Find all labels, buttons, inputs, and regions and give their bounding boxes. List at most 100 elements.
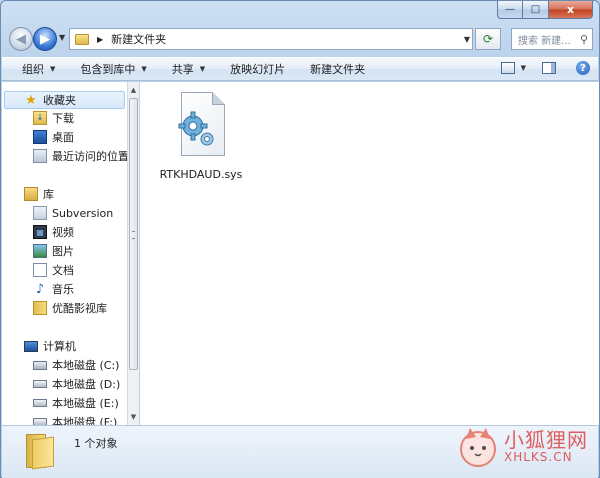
chevron-down-icon: ▼ <box>199 65 206 73</box>
sidebar-item-videos[interactable]: ▦ 视频 <box>33 223 74 241</box>
recent-places-icon <box>33 149 47 163</box>
sidebar-item-label: 图片 <box>52 245 74 258</box>
drive-icon <box>33 380 47 388</box>
music-icon: ♪ <box>35 281 45 297</box>
fox-logo-icon <box>460 428 496 467</box>
sidebar-item-pictures[interactable]: 图片 <box>33 242 74 260</box>
forward-button[interactable]: ▶ <box>33 27 57 51</box>
sidebar-item-drive-f[interactable]: 本地磁盘 (F:) <box>33 413 117 425</box>
close-button[interactable]: x <box>549 1 593 19</box>
sidebar-item-label: 本地磁盘 (E:) <box>52 397 119 410</box>
computer-icon <box>24 340 38 352</box>
download-icon: ↓ <box>33 111 47 125</box>
slideshow-button[interactable]: 放映幻灯片 <box>230 61 285 77</box>
help-icon[interactable]: ? <box>576 61 590 75</box>
navigation-pane: ★ 收藏夹 ↓ 下载 桌面 最近访问的位置 库 Subversion ▦ 视频 <box>2 82 127 425</box>
sidebar-item-drive-e[interactable]: 本地磁盘 (E:) <box>33 394 119 412</box>
sidebar-item-label: 本地磁盘 (C:) <box>52 359 120 372</box>
address-history-dropdown[interactable]: ▼ <box>464 35 470 44</box>
sidebar-item-youku-library[interactable]: 优酷影视库 <box>33 299 107 317</box>
new-folder-label: 新建文件夹 <box>310 63 366 76</box>
chevron-down-icon: ▼ <box>520 64 526 72</box>
sidebar-item-drive-c[interactable]: 本地磁盘 (C:) <box>33 356 119 374</box>
sidebar-item-label: 优酷影视库 <box>52 302 107 315</box>
minimize-button[interactable]: — <box>497 1 523 19</box>
sidebar-item-downloads[interactable]: ↓ 下载 <box>33 109 74 127</box>
include-in-library-button[interactable]: 包含到库中 ▼ <box>80 61 146 77</box>
sidebar-item-subversion[interactable]: Subversion <box>33 204 113 222</box>
new-folder-button[interactable]: 新建文件夹 <box>310 61 365 77</box>
library-icon <box>33 206 47 220</box>
video-icon: ▦ <box>33 225 47 239</box>
file-list[interactable]: RTKHDAUD.sys <box>140 82 599 425</box>
organize-label: 组织 <box>22 63 44 76</box>
item-count: 1 个对象 <box>74 437 118 450</box>
folder-icon <box>26 434 54 470</box>
sidebar-item-label: 本地磁盘 (D:) <box>52 378 121 391</box>
scroll-thumb[interactable] <box>129 98 138 370</box>
share-button[interactable]: 共享 ▼ <box>172 61 205 77</box>
file-name: RTKHDAUD.sys <box>159 168 243 181</box>
change-view-icon[interactable] <box>500 62 515 74</box>
sidebar-item-drive-d[interactable]: 本地磁盘 (D:) <box>33 375 120 393</box>
sidebar-item-desktop[interactable]: 桌面 <box>33 128 74 146</box>
sidebar-item-label: 最近访问的位置 <box>52 150 127 163</box>
sidebar-item-label: 音乐 <box>52 283 74 296</box>
scroll-up-arrow[interactable]: ▲ <box>128 84 139 96</box>
picture-icon <box>33 244 47 258</box>
sidebar-item-label: 收藏夹 <box>43 94 76 107</box>
maximize-button[interactable]: □ <box>523 1 549 19</box>
sidebar-favorites[interactable]: ★ 收藏夹 <box>24 91 76 109</box>
search-icon[interactable]: ⚲ <box>580 33 588 46</box>
view-options-dropdown[interactable]: ▼ <box>521 64 526 72</box>
command-bar: 组织 ▼ 包含到库中 ▼ 共享 ▼ 放映幻灯片 新建文件夹 ▼ ? <box>2 57 598 81</box>
sidebar-item-label: 视频 <box>52 226 74 239</box>
watermark-cn: 小狐狸网 <box>504 428 588 453</box>
drive-icon <box>33 418 47 425</box>
slideshow-label: 放映幻灯片 <box>230 63 286 76</box>
navigation-pane-scrollbar[interactable]: ▲ ▼ <box>127 82 139 425</box>
breadcrumb-separator[interactable]: ▶ <box>97 35 103 44</box>
sidebar-item-label: 下载 <box>52 112 74 125</box>
file-item[interactable]: RTKHDAUD.sys <box>156 90 246 181</box>
sidebar-item-label: 桌面 <box>52 131 74 144</box>
drive-icon <box>33 399 47 407</box>
chevron-down-icon: ▼ <box>50 65 56 73</box>
search-input[interactable]: 搜索 新建... <box>518 32 580 47</box>
library-icon <box>24 187 38 201</box>
refresh-button[interactable]: ⟳ <box>475 28 501 50</box>
search-box[interactable]: 搜索 新建... ⚲ <box>511 28 593 50</box>
breadcrumb-current-folder[interactable]: 新建文件夹 <box>111 31 166 47</box>
address-bar[interactable]: ▶ 新建文件夹 ▼ <box>69 28 473 50</box>
navigation-bar: ◀ ▶ ▼ ▶ 新建文件夹 ▼ ⟳ 搜索 新建... ⚲ <box>9 27 593 51</box>
watermark: 小狐狸网 XHLKS.CN <box>456 418 594 476</box>
sidebar-libraries[interactable]: 库 <box>24 185 54 203</box>
sidebar-item-documents[interactable]: 文档 <box>33 261 74 279</box>
desktop-icon <box>33 130 47 144</box>
toolbar-right: ▼ ? <box>500 61 590 75</box>
sidebar-item-recent-places[interactable]: 最近访问的位置 <box>33 147 127 165</box>
sidebar-item-label: 计算机 <box>43 340 76 353</box>
system-drive-icon <box>33 360 47 370</box>
scroll-down-arrow[interactable]: ▼ <box>128 411 139 423</box>
back-button[interactable]: ◀ <box>9 27 33 51</box>
sidebar-item-label: 库 <box>43 188 54 201</box>
recent-pages-dropdown[interactable]: ▼ <box>59 33 65 42</box>
share-label: 共享 <box>171 63 194 76</box>
folder-icon <box>33 301 47 315</box>
sidebar-item-music[interactable]: ♪ 音乐 <box>33 280 74 298</box>
include-in-library-label: 包含到库中 <box>80 63 136 76</box>
sidebar-item-label: Subversion <box>52 206 114 220</box>
details-pane: 1 个对象 小狐狸网 XHLKS.CN <box>2 425 598 478</box>
preview-pane-icon[interactable] <box>542 62 556 74</box>
organize-button[interactable]: 组织 ▼ <box>22 61 55 77</box>
system-file-gear-icon <box>171 90 231 162</box>
sidebar-computer[interactable]: 计算机 <box>24 337 76 355</box>
star-icon: ★ <box>25 92 37 108</box>
watermark-en: XHLKS.CN <box>504 450 573 465</box>
explorer-window: — □ x ◀ ▶ ▼ ▶ 新建文件夹 ▼ ⟳ 搜索 新建... ⚲ 组织 ▼ … <box>0 0 600 478</box>
folder-icon <box>75 33 89 45</box>
chevron-down-icon: ▼ <box>141 65 147 73</box>
document-icon <box>33 263 47 277</box>
sidebar-item-label: 文档 <box>52 264 74 277</box>
